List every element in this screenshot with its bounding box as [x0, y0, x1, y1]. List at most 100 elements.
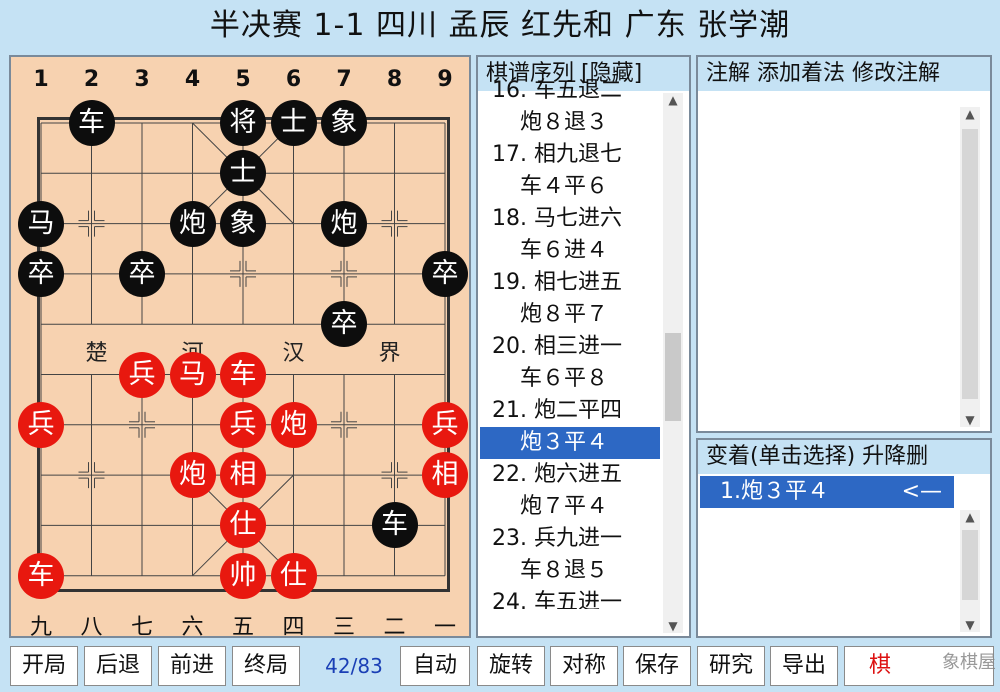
- file-label-bottom: 三: [332, 615, 355, 640]
- move-item[interactable]: 炮７平４: [480, 491, 660, 523]
- move-list-scrollbar[interactable]: ▲ ▼: [663, 93, 683, 633]
- black-piece[interactable]: 卒: [119, 250, 165, 297]
- scroll-thumb[interactable]: [962, 129, 978, 399]
- file-label-bottom: 七: [130, 615, 153, 640]
- move-item[interactable]: 23. 兵九进一: [480, 523, 660, 555]
- red-piece[interactable]: 车: [220, 351, 266, 398]
- move-counter: 42/83: [325, 654, 383, 678]
- river-label: 界: [378, 341, 401, 367]
- black-piece[interactable]: 将: [220, 100, 266, 146]
- variation-header[interactable]: 变着(单击选择) 升降删: [698, 440, 990, 474]
- red-piece[interactable]: 炮: [169, 452, 216, 499]
- move-item[interactable]: 17. 相九退七: [480, 139, 660, 171]
- black-piece[interactable]: 车: [371, 502, 418, 549]
- move-item[interactable]: 车６平８: [480, 363, 660, 395]
- auto-button[interactable]: 自动: [400, 646, 470, 686]
- window-title: 半决赛 1-1 四川 孟辰 红先和 广东 张学潮: [209, 8, 791, 43]
- scroll-thumb[interactable]: [962, 530, 978, 600]
- file-label-top: 6: [285, 67, 302, 92]
- file-label-top: 7: [336, 67, 352, 92]
- scroll-down-icon[interactable]: ▼: [663, 619, 683, 633]
- black-piece[interactable]: 士: [220, 150, 266, 197]
- move-item[interactable]: 炮８平７: [480, 299, 660, 331]
- red-piece[interactable]: 相: [220, 452, 266, 499]
- variation-item[interactable]: 1.炮３平４ <—: [700, 476, 954, 508]
- file-label-bottom: 九: [29, 615, 52, 640]
- file-label-bottom: 六: [181, 615, 204, 640]
- file-label-bottom: 四: [282, 615, 305, 640]
- move-item[interactable]: 车８退５: [480, 555, 660, 587]
- scroll-up-icon[interactable]: ▲: [960, 107, 980, 121]
- move-item[interactable]: 车４平６: [480, 171, 660, 203]
- scroll-up-icon[interactable]: ▲: [960, 510, 980, 524]
- red-piece[interactable]: 仕: [270, 552, 317, 599]
- red-piece[interactable]: 炮: [270, 401, 317, 448]
- red-piece[interactable]: 兵: [220, 401, 266, 448]
- black-piece[interactable]: 马: [18, 200, 64, 247]
- watermark-logo: 象棋屋: [942, 652, 996, 673]
- black-piece[interactable]: 象: [321, 100, 367, 146]
- chess-board[interactable]: 123456789九八七六五四三二一楚河汉界车将士象士马炮象炮卒卒卒卒车兵马车兵…: [9, 55, 471, 640]
- river-label: 汉: [282, 341, 305, 367]
- file-label-bottom: 一: [433, 615, 456, 640]
- black-piece[interactable]: 卒: [321, 301, 367, 348]
- file-label-top: 4: [184, 67, 201, 92]
- variation-panel: 变着(单击选择) 升降删 1.炮３平４ <— ▲ ▼: [696, 438, 992, 638]
- move-item[interactable]: 21. 炮二平四: [480, 395, 660, 427]
- black-piece[interactable]: 炮: [169, 200, 216, 247]
- black-piece[interactable]: 卒: [422, 250, 468, 297]
- save-button[interactable]: 保存: [623, 646, 691, 686]
- file-label-top: 1: [33, 67, 49, 92]
- red-piece[interactable]: 兵: [18, 401, 64, 448]
- file-label-bottom: 八: [80, 615, 103, 640]
- study-button[interactable]: 研究: [697, 646, 765, 686]
- move-list-panel: 棋谱序列 [隐藏] 16. 车五退二 炮８退３ 17. 相九退七 车４平６ 18. …: [476, 55, 691, 638]
- river-label: 楚: [85, 341, 108, 367]
- file-label-top: 8: [386, 67, 403, 92]
- red-piece[interactable]: 马: [169, 351, 216, 398]
- black-piece[interactable]: 象: [220, 200, 266, 247]
- move-list[interactable]: 16. 车五退二 炮８退３ 17. 相九退七 车４平６ 18. 马七进六 车６进４ 1…: [480, 75, 660, 609]
- rotate-button[interactable]: 旋转: [477, 646, 545, 686]
- red-piece[interactable]: 相: [422, 452, 468, 499]
- move-item[interactable]: 炮８退３: [480, 107, 660, 139]
- black-piece[interactable]: 士: [270, 100, 317, 146]
- scroll-thumb[interactable]: [665, 333, 681, 421]
- comment-header[interactable]: 注解 添加着法 修改注解: [698, 57, 990, 91]
- end-button[interactable]: 终局: [232, 646, 300, 686]
- variation-scrollbar[interactable]: ▲ ▼: [960, 510, 980, 632]
- move-item[interactable]: 16. 车五退二: [480, 75, 660, 107]
- move-item[interactable]: 车６进４: [480, 235, 660, 267]
- forward-button[interactable]: 前进: [158, 646, 226, 686]
- file-label-top: 3: [134, 67, 150, 92]
- arrow-left-icon: <—: [901, 479, 942, 504]
- black-piece[interactable]: 卒: [18, 250, 64, 297]
- start-button[interactable]: 开局: [10, 646, 78, 686]
- scroll-up-icon[interactable]: ▲: [663, 93, 683, 107]
- file-label-bottom: 二: [383, 615, 406, 640]
- export-button[interactable]: 导出: [770, 646, 838, 686]
- mirror-button[interactable]: 对称: [550, 646, 618, 686]
- black-piece[interactable]: 炮: [321, 200, 367, 247]
- move-item[interactable]: 20. 相三进一: [480, 331, 660, 363]
- move-item[interactable]: 炮３平４: [480, 427, 660, 459]
- move-item[interactable]: 22. 炮六进五: [480, 459, 660, 491]
- back-button[interactable]: 后退: [84, 646, 152, 686]
- move-item[interactable]: 24. 车五进一: [480, 587, 660, 609]
- move-item[interactable]: 19. 相七进五: [480, 267, 660, 299]
- comment-textarea[interactable]: [700, 93, 958, 429]
- comment-scrollbar[interactable]: ▲ ▼: [960, 107, 980, 427]
- scroll-down-icon[interactable]: ▼: [960, 413, 980, 427]
- scroll-down-icon[interactable]: ▼: [960, 618, 980, 632]
- red-piece[interactable]: 兵: [422, 401, 468, 448]
- black-piece[interactable]: 车: [68, 100, 115, 146]
- comment-panel: 注解 添加着法 修改注解 ▲ ▼: [696, 55, 992, 433]
- file-label-top: 5: [235, 67, 251, 92]
- move-item[interactable]: 18. 马七进六: [480, 203, 660, 235]
- red-piece[interactable]: 帅: [220, 552, 266, 599]
- file-label-bottom: 五: [231, 615, 254, 640]
- file-label-top: 9: [437, 67, 453, 92]
- red-piece[interactable]: 兵: [119, 351, 165, 398]
- file-label-top: 2: [83, 67, 100, 92]
- red-piece[interactable]: 车: [18, 552, 64, 599]
